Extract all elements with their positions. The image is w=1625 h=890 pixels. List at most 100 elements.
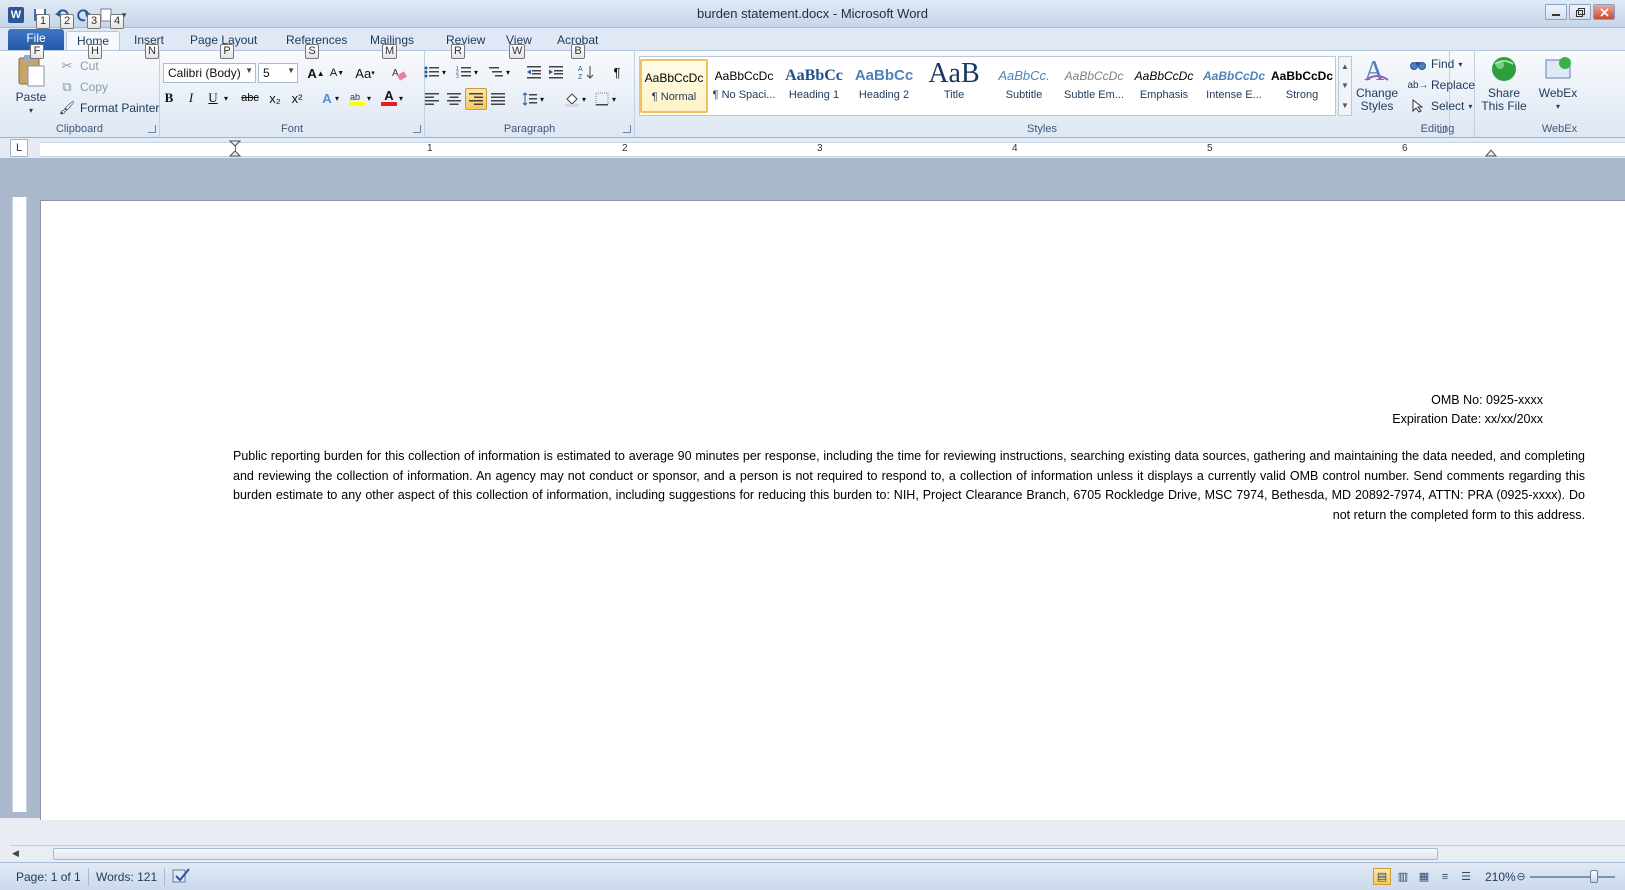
grow-font-icon[interactable]: A ▲ <box>305 62 327 84</box>
share-this-file-button[interactable]: Share This File <box>1478 54 1530 113</box>
ruler-number: 6 <box>1402 143 1408 154</box>
style-no-spacing[interactable]: AaBbCcDc ¶ No Spaci... <box>710 59 778 113</box>
shrink-font-icon[interactable]: A ▼ <box>326 62 348 84</box>
cut-button[interactable]: ✂ Cut <box>58 57 99 75</box>
proofing-icon[interactable] <box>172 867 190 888</box>
style-title[interactable]: AaB Title <box>920 59 988 113</box>
decrease-indent-icon[interactable] <box>523 61 545 83</box>
minimize-icon[interactable] <box>1545 4 1567 20</box>
page-count[interactable]: Page: 1 of 1 <box>16 870 81 884</box>
chevron-down-icon: ▼ <box>245 66 253 75</box>
italic-button[interactable]: I <box>180 87 202 109</box>
justify-icon[interactable] <box>487 88 509 110</box>
paste-button[interactable]: Paste ▾ <box>12 54 50 117</box>
keytip-acrobat: B <box>571 44 585 59</box>
keytip-qat-3: 3 <box>87 14 101 29</box>
clipboard-launcher-icon[interactable] <box>148 125 156 133</box>
highlight-dropdown-icon[interactable]: ▾ <box>364 87 374 109</box>
close-icon[interactable] <box>1593 4 1615 20</box>
subscript-button[interactable]: x₂ <box>264 87 286 109</box>
print-layout-icon[interactable]: ▤ <box>1373 868 1391 885</box>
bullets-dropdown-icon[interactable]: ▾ <box>439 61 449 83</box>
superscript-button[interactable]: x² <box>286 87 308 109</box>
zoom-out-icon[interactable]: ⊖ <box>1512 868 1530 885</box>
bold-button[interactable]: B <box>158 87 180 109</box>
copy-button[interactable]: ⧉ Copy <box>58 78 108 96</box>
font-size-combo[interactable]: 5 ▼ <box>258 63 298 83</box>
style-emphasis[interactable]: AaBbCcDc Emphasis <box>1130 59 1198 113</box>
horizontal-scrollbar[interactable]: ◀ <box>10 845 1625 861</box>
keytip-qat-2: 2 <box>60 14 74 29</box>
tab-review[interactable]: Review <box>436 31 495 50</box>
horizontal-scroll-thumb[interactable] <box>53 848 1438 860</box>
paragraph-launcher-icon[interactable] <box>623 125 631 133</box>
vertical-ruler[interactable] <box>12 197 27 812</box>
zoom-slider-thumb[interactable] <box>1590 870 1598 883</box>
copy-icon: ⧉ <box>62 79 72 94</box>
underline-dropdown-icon[interactable]: ▾ <box>220 87 232 109</box>
replace-icon: ab→ <box>1407 79 1429 91</box>
align-center-icon[interactable] <box>443 88 465 110</box>
word-count[interactable]: Words: 121 <box>96 870 157 884</box>
font-launcher-icon[interactable] <box>413 125 421 133</box>
scroll-down-icon[interactable]: ▼ <box>1341 81 1349 90</box>
more-styles-icon[interactable]: ▼ <box>1341 101 1349 110</box>
style-strong[interactable]: AaBbCcDc Strong <box>1268 59 1336 113</box>
style-intense-emphasis[interactable]: AaBbCcDc Intense E... <box>1200 59 1268 113</box>
clear-formatting-icon[interactable]: A <box>388 62 410 84</box>
font-name-combo[interactable]: Calibri (Body) ▼ <box>163 63 256 83</box>
borders-dropdown-icon[interactable]: ▾ <box>609 88 619 110</box>
numbering-dropdown-icon[interactable]: ▾ <box>471 61 481 83</box>
draft-view-icon[interactable]: ☰ <box>1457 868 1475 885</box>
style-name: ¶ Normal <box>651 91 697 103</box>
ruler-number: 2 <box>622 143 628 154</box>
clipboard-group-label: Clipboard <box>55 123 104 135</box>
align-right-icon[interactable] <box>465 88 487 110</box>
style-name: Heading 1 <box>788 89 840 101</box>
horizontal-ruler[interactable]: 1 2 3 4 5 6 <box>40 140 1625 157</box>
style-name: Strong <box>1285 89 1319 101</box>
web-layout-icon[interactable]: ▦ <box>1415 868 1433 885</box>
multilevel-dropdown-icon[interactable]: ▾ <box>503 61 513 83</box>
style-heading-1[interactable]: AaBbCc Heading 1 <box>780 59 848 113</box>
font-color-dropdown-icon[interactable]: ▾ <box>396 87 406 109</box>
style-heading-2[interactable]: AaBbCc Heading 2 <box>850 59 918 113</box>
show-formatting-marks-button[interactable]: ¶ <box>606 61 628 83</box>
line-spacing-dropdown-icon[interactable]: ▾ <box>537 88 547 110</box>
shading-dropdown-icon[interactable]: ▾ <box>579 88 589 110</box>
editing-group-label: Editing <box>1420 123 1455 135</box>
scroll-left-icon[interactable]: ◀ <box>12 848 19 859</box>
zoom-slider[interactable] <box>1530 876 1615 878</box>
keytip-references: S <box>305 44 319 59</box>
ruler-number: 4 <box>1012 143 1018 154</box>
style-subtle-emphasis[interactable]: AaBbCcDc Subtle Em... <box>1060 59 1128 113</box>
scroll-up-icon[interactable]: ▲ <box>1341 62 1349 71</box>
ruler-number: 5 <box>1207 143 1213 154</box>
restore-icon[interactable] <box>1569 4 1591 20</box>
outline-view-icon[interactable]: ≡ <box>1436 868 1454 885</box>
strikethrough-button[interactable]: abc <box>236 87 264 109</box>
expiration-date: Expiration Date: xx/xx/20xx <box>1392 412 1543 426</box>
change-case-button[interactable]: Aa ▾ <box>350 62 380 84</box>
change-styles-button[interactable]: A Change Styles <box>1356 54 1398 113</box>
style-name: Intense E... <box>1206 89 1262 101</box>
style-normal[interactable]: AaBbCcDc ¶ Normal <box>640 59 708 113</box>
status-bar: Page: 1 of 1 Words: 121 ▤ ▥ ▦ ≡ ☰ 210% ⊖ <box>0 862 1625 890</box>
styles-gallery-scroll[interactable]: ▲ ▼ ▼ <box>1338 56 1352 116</box>
tab-selector[interactable]: L <box>10 139 28 157</box>
align-left-icon[interactable] <box>421 88 443 110</box>
cut-label: Cut <box>80 59 99 73</box>
text-effects-dropdown-icon[interactable]: ▾ <box>332 87 342 109</box>
style-subtitle[interactable]: AaBbCc. Subtitle <box>990 59 1058 113</box>
increase-indent-icon[interactable] <box>545 61 567 83</box>
sort-icon[interactable]: AZ <box>575 61 597 83</box>
find-button[interactable]: Find ▾ <box>1409 55 1462 73</box>
style-name: Subtitle <box>1005 89 1043 101</box>
select-button[interactable]: Select ▾ <box>1409 97 1472 115</box>
full-screen-reading-icon[interactable]: ▥ <box>1394 868 1412 885</box>
document-page[interactable]: OMB No: 0925-xxxx Expiration Date: xx/xx… <box>40 200 1625 820</box>
replace-button[interactable]: ab→ Replace <box>1407 76 1475 94</box>
style-preview: AaBbCcDc <box>1202 69 1265 83</box>
format-painter-button[interactable]: 🖌 Format Painter <box>58 99 160 117</box>
webex-button[interactable]: WebEx ▾ <box>1534 54 1582 113</box>
